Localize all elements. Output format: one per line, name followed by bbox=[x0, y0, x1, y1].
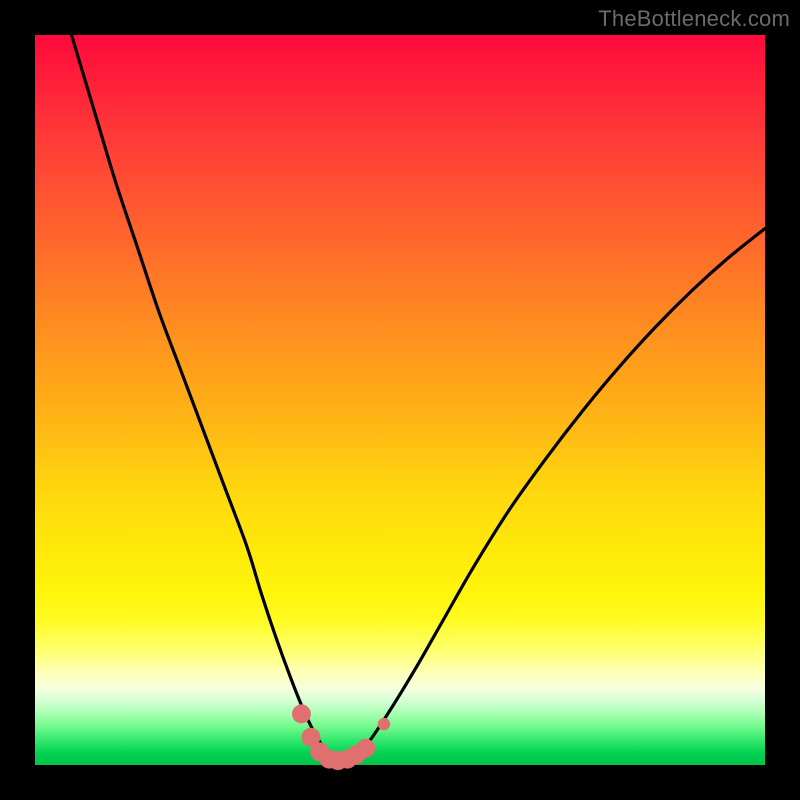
highlight-markers bbox=[292, 704, 390, 770]
bottleneck-curve bbox=[72, 35, 766, 762]
highlight-marker bbox=[356, 739, 375, 758]
highlight-marker bbox=[292, 704, 311, 723]
curve-layer bbox=[35, 35, 765, 765]
plot-area bbox=[35, 35, 765, 765]
watermark-text: TheBottleneck.com bbox=[598, 6, 790, 32]
chart-frame: TheBottleneck.com bbox=[0, 0, 800, 800]
highlight-marker bbox=[378, 718, 390, 730]
